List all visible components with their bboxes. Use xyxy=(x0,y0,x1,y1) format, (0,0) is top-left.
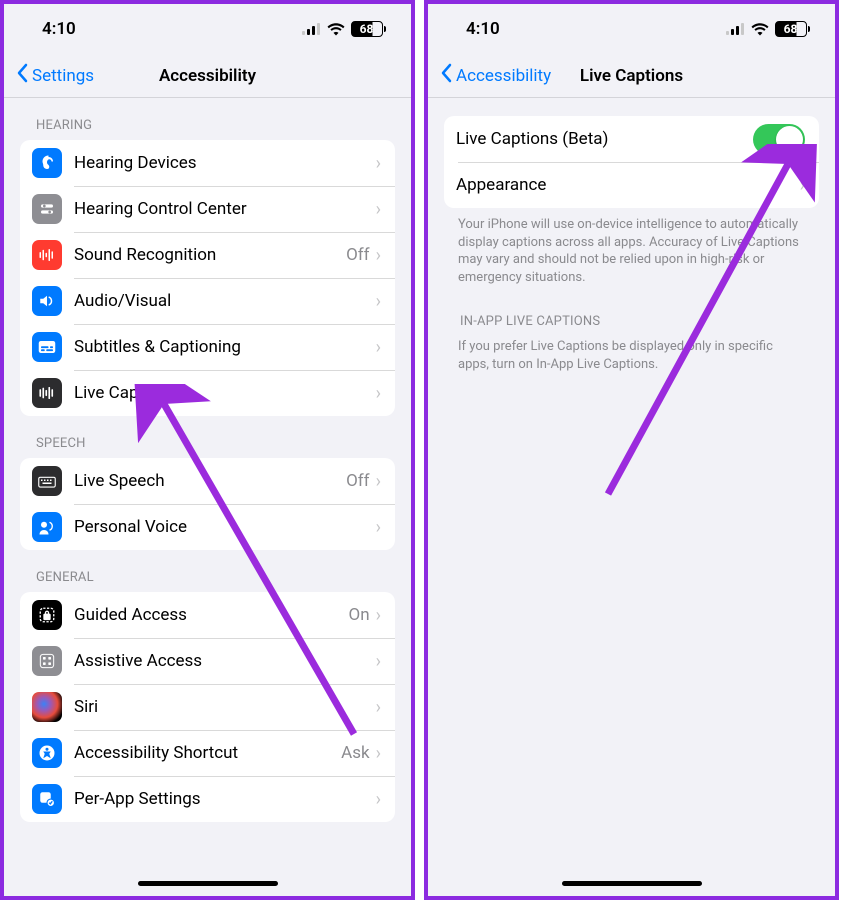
nav-bar: Accessibility Live Captions xyxy=(428,54,835,98)
row-audio-visual[interactable]: Audio/Visual › xyxy=(20,278,395,324)
chevron-right-icon: › xyxy=(376,517,381,538)
chevron-right-icon: › xyxy=(376,199,381,220)
grid-icon xyxy=(32,646,62,676)
row-label: Per-App Settings xyxy=(74,789,376,809)
wave-icon xyxy=(32,240,62,270)
group-speech: Live Speech Off › Personal Voice › xyxy=(20,458,395,550)
row-hearing-control-center[interactable]: Hearing Control Center › xyxy=(20,186,395,232)
row-label: Siri xyxy=(74,697,376,717)
wifi-icon xyxy=(327,23,345,36)
chevron-right-icon: › xyxy=(376,651,381,672)
row-label: Live Captions (Beta) xyxy=(456,129,753,149)
cellular-icon xyxy=(726,23,745,35)
row-appearance[interactable]: Appearance › xyxy=(444,162,819,208)
battery-icon: 68 xyxy=(775,21,807,37)
battery-icon: 68 xyxy=(351,21,383,37)
row-label: Sound Recognition xyxy=(74,245,346,265)
row-value: On xyxy=(349,605,370,625)
row-label: Live Captions xyxy=(74,383,376,403)
row-label: Guided Access xyxy=(74,605,349,625)
row-live-captions-toggle[interactable]: Live Captions (Beta) xyxy=(444,116,819,162)
row-siri[interactable]: Siri › xyxy=(20,684,395,730)
back-button[interactable]: Settings xyxy=(16,63,94,88)
row-label: Hearing Devices xyxy=(74,153,376,173)
cellular-icon xyxy=(302,23,321,35)
chevron-right-icon: › xyxy=(376,605,381,626)
chevron-left-icon xyxy=(440,63,452,88)
perapp-icon xyxy=(32,784,62,814)
row-live-captions[interactable]: Live Captions › xyxy=(20,370,395,416)
footer-text: Your iPhone will use on-device intellige… xyxy=(428,208,835,290)
row-value: Off xyxy=(346,471,370,491)
lock-icon xyxy=(32,600,62,630)
row-subtitles-captioning[interactable]: Subtitles & Captioning › xyxy=(20,324,395,370)
row-accessibility-shortcut[interactable]: Accessibility Shortcut Ask › xyxy=(20,730,395,776)
row-label: Assistive Access xyxy=(74,651,376,671)
chevron-right-icon: › xyxy=(376,789,381,810)
chevron-right-icon: › xyxy=(376,697,381,718)
chevron-right-icon: › xyxy=(800,175,805,196)
chevron-right-icon: › xyxy=(376,337,381,358)
shortcut-icon xyxy=(32,738,62,768)
row-label: Live Speech xyxy=(74,471,346,491)
status-time: 4:10 xyxy=(466,19,500,39)
chevron-left-icon xyxy=(16,63,28,88)
phone-right: 4:10 68 Accessibility Live Captions Live… xyxy=(424,0,839,900)
row-label: Subtitles & Captioning xyxy=(74,337,376,357)
row-value: Off xyxy=(346,245,370,265)
ear-icon xyxy=(32,148,62,178)
row-personal-voice[interactable]: Personal Voice › xyxy=(20,504,395,550)
keyboard-icon xyxy=(32,466,62,496)
status-bar: 4:10 68 xyxy=(4,4,411,54)
section-header-general: GENERAL xyxy=(4,550,411,592)
row-live-speech[interactable]: Live Speech Off › xyxy=(20,458,395,504)
chevron-right-icon: › xyxy=(376,471,381,492)
row-label: Personal Voice xyxy=(74,517,376,537)
row-hearing-devices[interactable]: Hearing Devices › xyxy=(20,140,395,186)
footer-text-2: If you prefer Live Captions be displayed… xyxy=(428,336,835,377)
status-bar: 4:10 68 xyxy=(428,4,835,54)
group-general: Guided Access On › Assistive Access › Si… xyxy=(20,592,395,822)
row-label: Accessibility Shortcut xyxy=(74,743,341,763)
phone-left: 4:10 68 Settings Accessibility HEARING H… xyxy=(0,0,415,900)
nav-bar: Settings Accessibility xyxy=(4,54,411,98)
back-label: Accessibility xyxy=(456,66,551,86)
back-button[interactable]: Accessibility xyxy=(440,63,551,88)
siri-icon xyxy=(32,692,62,722)
chevron-right-icon: › xyxy=(376,383,381,404)
status-time: 4:10 xyxy=(42,19,76,39)
back-label: Settings xyxy=(32,66,94,86)
section-header-hearing: HEARING xyxy=(4,98,411,140)
wifi-icon xyxy=(751,23,769,36)
row-assistive-access[interactable]: Assistive Access › xyxy=(20,638,395,684)
status-indicators: 68 xyxy=(302,21,383,37)
sliders-icon xyxy=(32,194,62,224)
row-sound-recognition[interactable]: Sound Recognition Off › xyxy=(20,232,395,278)
group-hearing: Hearing Devices › Hearing Control Center… xyxy=(20,140,395,416)
toggle-switch[interactable] xyxy=(753,124,805,155)
chevron-right-icon: › xyxy=(376,291,381,312)
group-live-captions: Live Captions (Beta) Appearance › xyxy=(444,116,819,208)
chevron-right-icon: › xyxy=(376,245,381,266)
row-label: Appearance xyxy=(456,175,800,195)
livecaptions-icon xyxy=(32,378,62,408)
home-indicator xyxy=(138,881,278,886)
home-indicator xyxy=(562,881,702,886)
status-indicators: 68 xyxy=(726,21,807,37)
section-header-speech: SPEECH xyxy=(4,416,411,458)
captions-icon xyxy=(32,332,62,362)
row-value: Ask xyxy=(341,743,369,763)
chevron-right-icon: › xyxy=(376,153,381,174)
row-guided-access[interactable]: Guided Access On › xyxy=(20,592,395,638)
speaker-icon xyxy=(32,286,62,316)
row-label: Hearing Control Center xyxy=(74,199,376,219)
voice-icon xyxy=(32,512,62,542)
chevron-right-icon: › xyxy=(376,743,381,764)
section-header-inapp: IN-APP LIVE CAPTIONS xyxy=(428,290,835,336)
row-label: Audio/Visual xyxy=(74,291,376,311)
row-per-app-settings[interactable]: Per-App Settings › xyxy=(20,776,395,822)
